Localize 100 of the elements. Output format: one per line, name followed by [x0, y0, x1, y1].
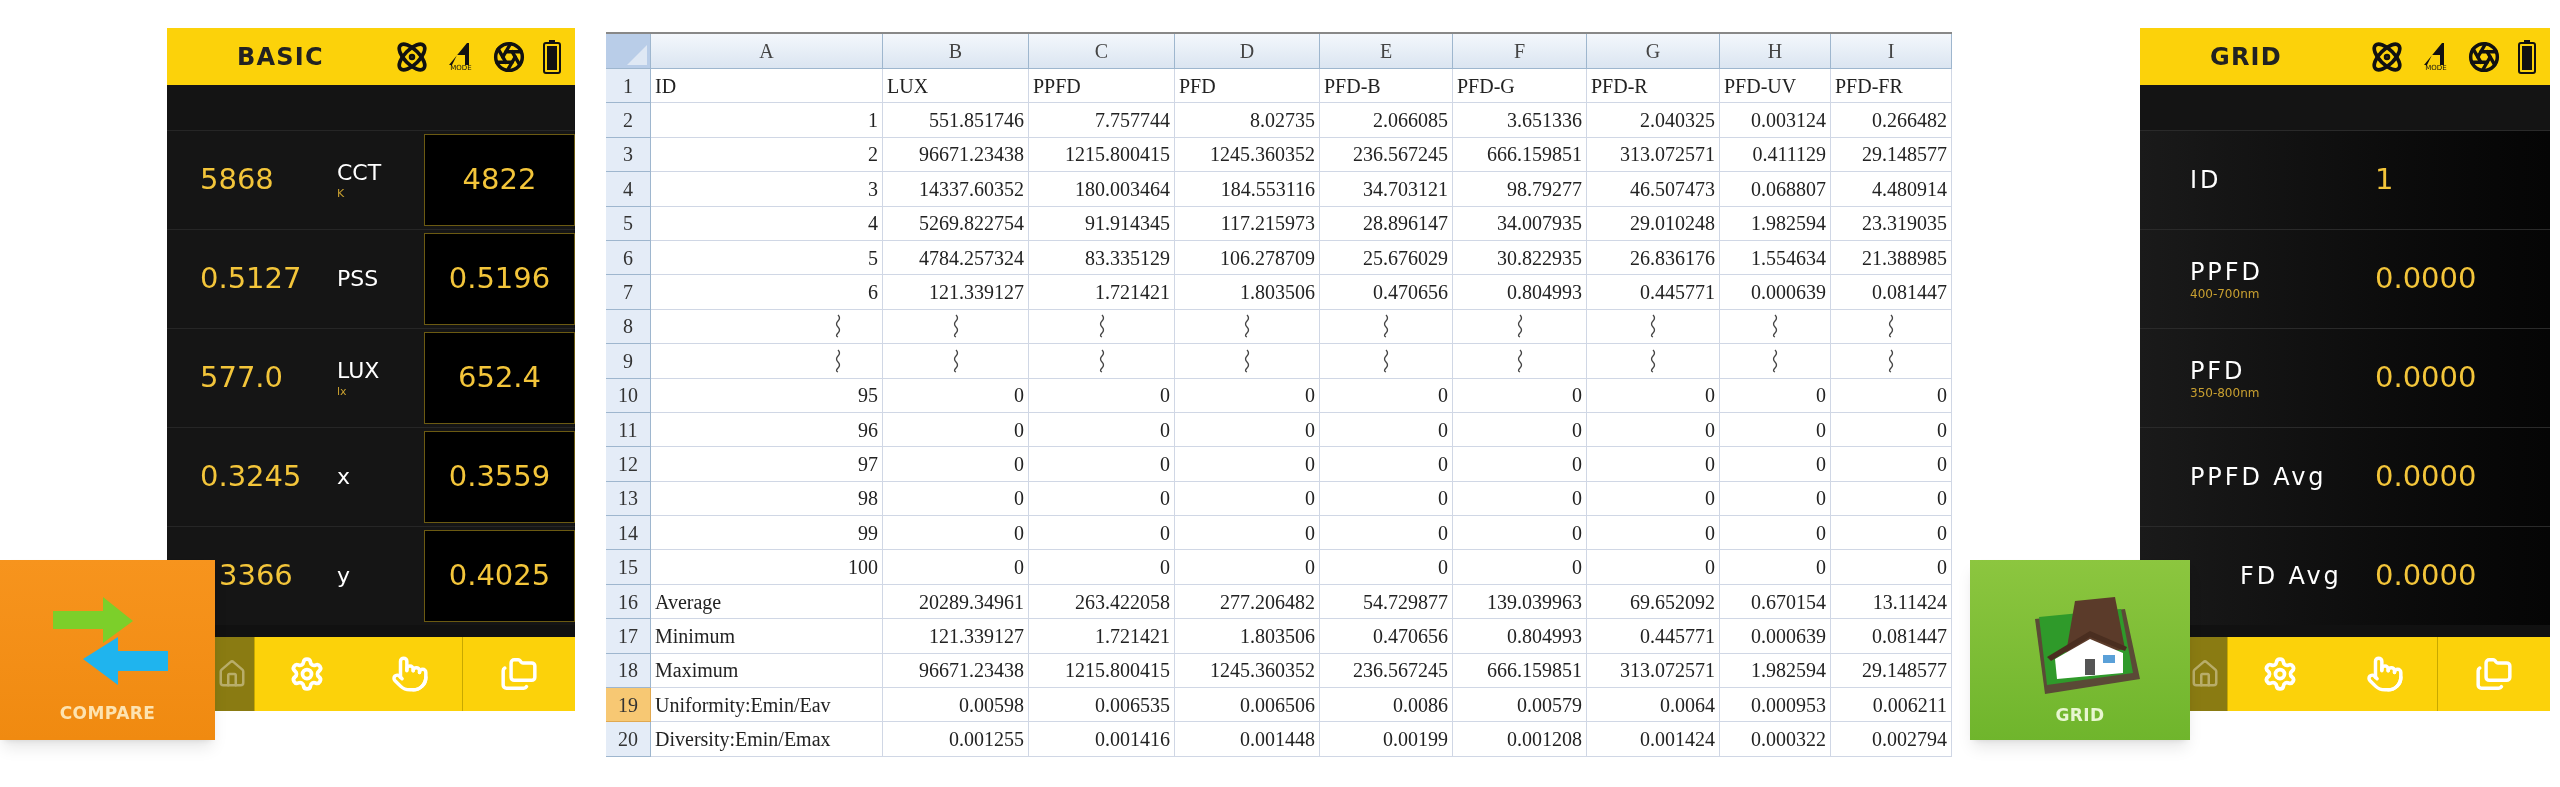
select-all-corner[interactable]	[606, 34, 651, 69]
table-cell: 0	[1029, 378, 1175, 413]
tile-label: GRID	[2055, 703, 2105, 727]
table-cell: 666.159851	[1453, 653, 1587, 689]
table-cell: 96	[651, 412, 883, 448]
table-cell: PFD-FR	[1831, 69, 1952, 104]
table-cell: 0.081447	[1831, 619, 1952, 654]
table-cell: 0	[1453, 550, 1587, 585]
table-cell: 236.567245	[1320, 137, 1453, 173]
table-cell: 0	[883, 481, 1029, 517]
table-cell: 180.003464	[1029, 172, 1175, 207]
home-button[interactable]	[217, 637, 255, 711]
screen-title: GRID	[2210, 41, 2283, 73]
row-number[interactable]: 16	[606, 584, 651, 620]
table-cell: 25.676029	[1320, 240, 1453, 276]
table-cell: 1.982594	[1720, 206, 1831, 241]
table-cell: 0	[1587, 412, 1720, 448]
break-icon	[1382, 348, 1390, 373]
reading-box: 0.5196	[424, 233, 575, 325]
table-cell: 0.00579	[1453, 688, 1587, 723]
row-number[interactable]: 8	[606, 309, 651, 345]
row-number[interactable]: 6	[606, 240, 651, 276]
table-cell: 0	[1453, 412, 1587, 448]
table-cell: 34.703121	[1320, 172, 1453, 207]
row-number[interactable]: 13	[606, 481, 651, 517]
table-cell: PPFD	[1029, 69, 1175, 104]
row-number[interactable]: 5	[606, 206, 651, 241]
table-cell: 121.339127	[883, 619, 1029, 654]
column-header[interactable]: G	[1587, 34, 1720, 69]
row-number[interactable]: 9	[606, 344, 651, 379]
row-number[interactable]: 15	[606, 550, 651, 585]
table-cell: 0	[1175, 412, 1320, 448]
table-cell: 26.836176	[1587, 240, 1720, 276]
row-number[interactable]: 4	[606, 172, 651, 207]
column-header[interactable]: B	[883, 34, 1029, 69]
table-cell: 106.278709	[1175, 240, 1320, 276]
table-cell: 0	[1320, 550, 1453, 585]
table-cell: 2	[651, 137, 883, 173]
table-cell: 0.001448	[1175, 722, 1320, 757]
table-cell: 0.266482	[1831, 103, 1952, 138]
table-cell: 0	[883, 447, 1029, 482]
row-number[interactable]: 2	[606, 103, 651, 138]
reading-box: 0.4025	[424, 530, 575, 622]
table-cell: 0	[1175, 378, 1320, 413]
aperture-icon[interactable]	[2468, 40, 2500, 73]
table-cell: 0	[1175, 516, 1320, 551]
table-cell: 0.470656	[1320, 619, 1453, 654]
table-cell: 100	[651, 550, 883, 585]
table-cell: 1.803506	[1175, 619, 1320, 654]
row-number[interactable]: 3	[606, 137, 651, 173]
table-cell: 1245.360352	[1175, 653, 1320, 689]
column-header[interactable]: D	[1175, 34, 1320, 69]
break-icon	[1649, 314, 1657, 339]
atom-icon[interactable]	[395, 39, 429, 74]
break-icon	[1097, 348, 1106, 373]
column-header[interactable]: F	[1453, 34, 1587, 69]
table-cell: 8.02735	[1175, 103, 1320, 138]
column-header[interactable]: H	[1720, 34, 1831, 69]
row-number[interactable]: 12	[606, 447, 651, 482]
reading-value: 0.5127	[200, 260, 302, 298]
aperture-icon[interactable]	[493, 40, 525, 73]
table-cell: 46.507473	[1587, 172, 1720, 207]
table-cell: 99	[651, 516, 883, 551]
row-number[interactable]: 17	[606, 619, 651, 654]
row-number[interactable]: 10	[606, 378, 651, 413]
column-header[interactable]: C	[1029, 34, 1175, 69]
table-cell: 0	[1453, 447, 1587, 482]
row-number[interactable]: 18	[606, 653, 651, 689]
table-cell: 0.000953	[1720, 688, 1831, 723]
table-cell: 29.010248	[1587, 206, 1720, 241]
table-cell: 91.914345	[1029, 206, 1175, 241]
table-cell: Uniformity:Emin/Eav	[651, 688, 883, 723]
column-header[interactable]: A	[651, 34, 883, 69]
row-number[interactable]: 14	[606, 516, 651, 551]
reading-value: 577.0	[200, 359, 284, 397]
table-cell: 0	[1453, 516, 1587, 551]
table-cell: 1215.800415	[1029, 653, 1175, 689]
table-cell: 3.651336	[1453, 103, 1587, 138]
table-cell: 21.388985	[1831, 240, 1952, 276]
table-cell: 28.896147	[1320, 206, 1453, 241]
column-header[interactable]: E	[1320, 34, 1453, 69]
home-button[interactable]	[2190, 637, 2228, 711]
row-number[interactable]: 7	[606, 275, 651, 310]
table-cell: 0.081447	[1831, 275, 1952, 310]
table-cell: 0	[1587, 516, 1720, 551]
table-cell: 0	[1320, 378, 1453, 413]
row-number[interactable]: 11	[606, 412, 651, 448]
table-cell: 5	[651, 240, 883, 276]
column-header[interactable]: I	[1831, 34, 1952, 69]
reading-label: x	[337, 463, 352, 491]
table-cell: 0	[1720, 378, 1831, 413]
table-cell: 97	[651, 447, 883, 482]
table-cell: 0.003124	[1720, 103, 1831, 138]
table-cell: 0	[1029, 481, 1175, 517]
row-number[interactable]: 19	[606, 688, 651, 723]
table-cell: PFD-B	[1320, 69, 1453, 104]
row-number[interactable]: 20	[606, 722, 651, 757]
row-number[interactable]: 1	[606, 69, 651, 104]
break-icon	[1243, 314, 1251, 339]
atom-icon[interactable]	[2370, 39, 2404, 74]
